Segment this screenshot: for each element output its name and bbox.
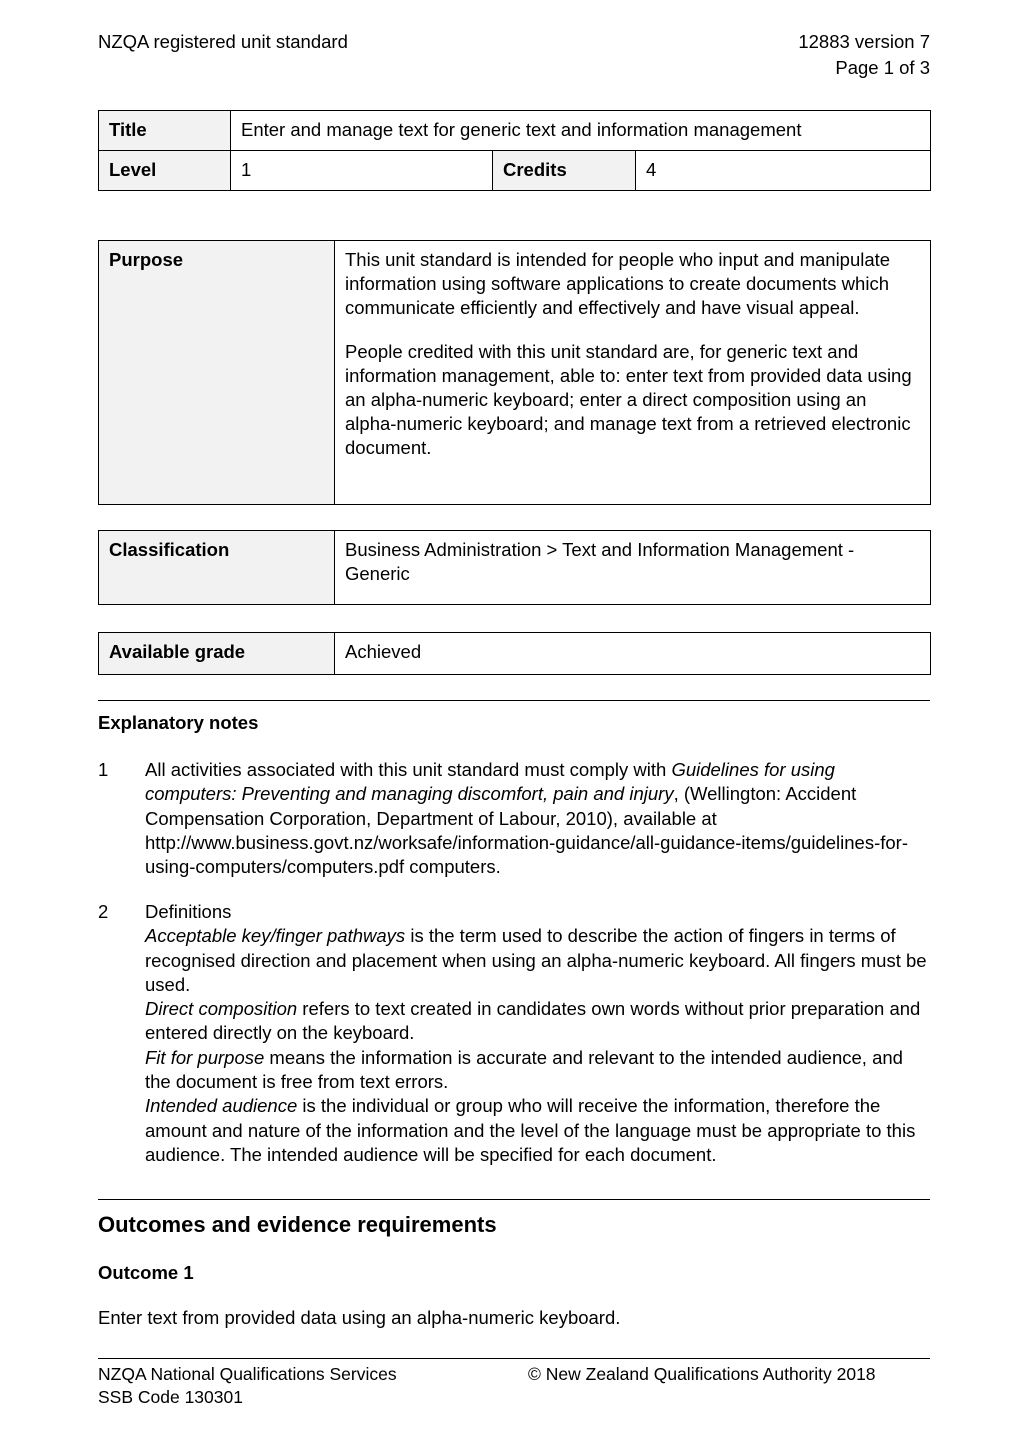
definition-item: Fit for purpose means the information is… — [145, 1046, 930, 1095]
explanatory-note-1: 1 All activities associated with this un… — [98, 758, 930, 879]
available-grade-table: Available grade Achieved — [98, 632, 931, 675]
note-1-number: 1 — [98, 759, 109, 780]
purpose-table: Purpose This unit standard is intended f… — [98, 240, 931, 505]
table-row-title: Title Enter and manage text for generic … — [98, 110, 932, 151]
purpose-value: This unit standard is intended for peopl… — [334, 240, 931, 505]
footer-row: NZQA National Qualifications Services SS… — [98, 1363, 930, 1409]
table-row-purpose: Purpose This unit standard is intended f… — [98, 240, 931, 505]
available-grade-label: Available grade — [98, 632, 335, 675]
footer-organisation: NZQA National Qualifications Services — [98, 1364, 397, 1384]
footer-divider — [98, 1358, 930, 1359]
footer-left: NZQA National Qualifications Services SS… — [98, 1363, 528, 1409]
explanatory-note-2: 2 Definitions Acceptable key/finger path… — [98, 900, 930, 1167]
classification-table: Classification Business Administration >… — [98, 530, 931, 605]
note-1-text-before: All activities associated with this unit… — [145, 759, 672, 780]
header-page-number: Page 1 of 3 — [835, 57, 930, 78]
definition-item: Acceptable key/finger pathways is the te… — [145, 924, 930, 997]
note-2-number: 2 — [98, 901, 109, 922]
document-page: NZQA registered unit standard 12883 vers… — [98, 0, 932, 1443]
definition-item: Intended audience is the individual or g… — [145, 1094, 930, 1167]
document-header: NZQA registered unit standard 12883 vers… — [98, 29, 930, 81]
definitions-list: Acceptable key/finger pathways is the te… — [145, 924, 930, 1167]
definitions-heading: Definitions — [145, 901, 232, 922]
explanatory-notes-divider — [98, 700, 930, 701]
footer-copyright: © New Zealand Qualifications Authority 2… — [528, 1364, 876, 1384]
table-row-level-credits: Level 1 Credits 4 — [98, 150, 932, 191]
classification-label: Classification — [98, 530, 335, 605]
definition-term: Direct composition — [145, 998, 298, 1020]
note-2-body: Definitions Acceptable key/finger pathwa… — [145, 900, 930, 1167]
footer-ssb-code: SSB Code 130301 — [98, 1387, 243, 1407]
purpose-paragraph-2: People credited with this unit standard … — [345, 341, 912, 458]
title-value: Enter and manage text for generic text a… — [229, 110, 932, 151]
outcome-1-text: Enter text from provided data using an a… — [98, 1307, 621, 1328]
level-value: 1 — [230, 150, 493, 191]
definition-term: Fit for purpose — [145, 1046, 265, 1068]
explanatory-notes-heading: Explanatory notes — [98, 712, 259, 733]
purpose-label: Purpose — [98, 240, 335, 505]
classification-value: Business Administration > Text and Infor… — [334, 530, 931, 605]
header-title: NZQA registered unit standard — [98, 31, 348, 52]
header-standard-version: 12883 version 7 — [798, 31, 930, 52]
outcomes-divider — [98, 1199, 930, 1200]
definition-item: Direct composition refers to text create… — [145, 997, 930, 1046]
document-footer: NZQA National Qualifications Services SS… — [98, 1363, 930, 1409]
title-label: Title — [98, 110, 231, 151]
table-row-classification: Classification Business Administration >… — [98, 530, 931, 605]
available-grade-value: Achieved — [334, 632, 931, 675]
definition-term: Intended audience — [145, 1095, 298, 1117]
header-meta: 12883 version 7 Page 1 of 3 — [798, 29, 930, 81]
title-table: Title Enter and manage text for generic … — [98, 110, 932, 191]
credits-label: Credits — [492, 150, 636, 191]
definition-term: Acceptable key/finger pathways — [145, 925, 406, 947]
header-row: NZQA registered unit standard 12883 vers… — [98, 29, 930, 81]
note-1-body: All activities associated with this unit… — [145, 758, 930, 879]
purpose-paragraph-1: This unit standard is intended for peopl… — [345, 249, 891, 318]
credits-value: 4 — [634, 150, 932, 191]
level-label: Level — [98, 150, 231, 191]
outcomes-heading: Outcomes and evidence requirements — [98, 1212, 497, 1237]
table-row-available-grade: Available grade Achieved — [98, 632, 931, 675]
outcome-1-heading: Outcome 1 — [98, 1262, 194, 1283]
